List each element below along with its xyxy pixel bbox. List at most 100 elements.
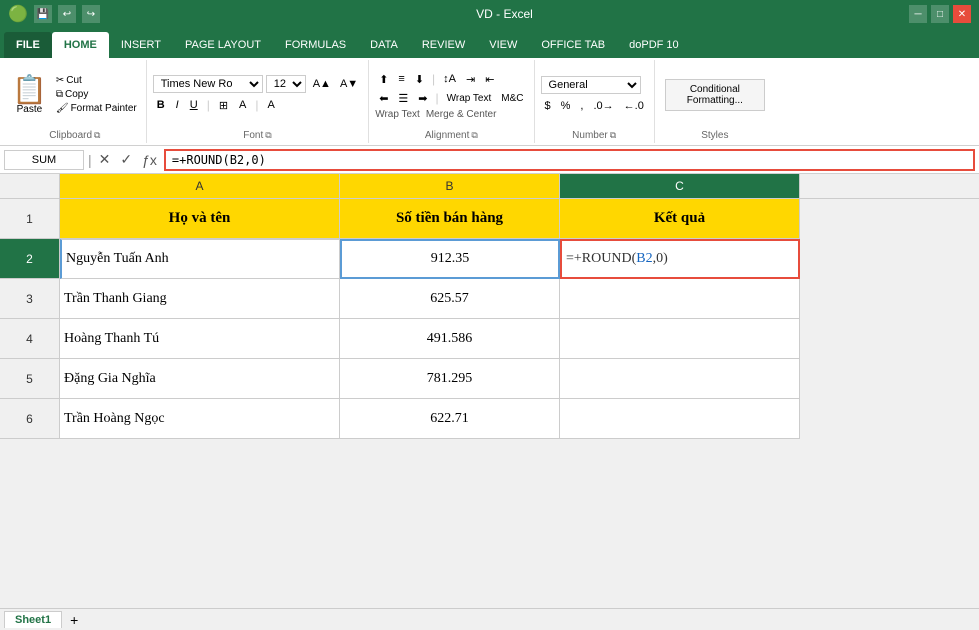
col-headers: A B C — [0, 174, 979, 199]
cell-a5[interactable]: Đặng Gia Nghĩa — [60, 359, 340, 399]
font-expand-icon[interactable]: ⧉ — [265, 130, 271, 141]
cell-b4[interactable]: 491.586 — [340, 319, 560, 359]
sheet-tab-1[interactable]: Sheet1 — [4, 611, 62, 628]
cell-c2[interactable]: =+ROUND(B2,0) — [560, 239, 800, 279]
clipboard-expand-icon[interactable]: ⧉ — [94, 130, 100, 141]
cell-b6[interactable]: 622.71 — [340, 399, 560, 439]
tab-home[interactable]: HOME — [52, 32, 109, 58]
row-header-5[interactable]: 5 — [0, 359, 60, 399]
cell-b5[interactable]: 781.295 — [340, 359, 560, 399]
cell-c1[interactable]: Kết quả — [560, 199, 800, 239]
cell-c5[interactable] — [560, 359, 800, 399]
close-button[interactable]: ✕ — [953, 5, 971, 23]
redo-button[interactable]: ↪ — [82, 5, 100, 23]
minimize-button[interactable]: ─ — [909, 5, 927, 23]
copy-button[interactable]: ⧉ Copy — [53, 88, 140, 101]
align-bottom-button[interactable]: ⬇ — [411, 71, 428, 88]
conditional-formatting-button[interactable]: ConditionalFormatting... — [665, 79, 765, 111]
formula-text-suffix: ,0) — [653, 251, 668, 267]
row-header-2[interactable]: 2 — [0, 239, 60, 279]
comma-button[interactable]: , — [576, 98, 587, 114]
col-header-b[interactable]: B — [340, 174, 560, 198]
grid-row-4: Hoàng Thanh Tú 491.586 — [60, 319, 979, 359]
wrap-text-button[interactable]: Wrap Text — [443, 91, 496, 106]
col-header-a[interactable]: A — [60, 174, 340, 198]
cell-a6[interactable]: Trần Hoàng Ngọc — [60, 399, 340, 439]
tab-file[interactable]: FILE — [4, 32, 52, 58]
currency-button[interactable]: $ — [541, 98, 555, 114]
tab-data[interactable]: DATA — [358, 32, 410, 58]
align-left-button[interactable]: ⬅ — [375, 90, 392, 107]
paste-button[interactable]: 📋 Paste — [10, 74, 49, 117]
maximize-button[interactable]: □ — [931, 5, 949, 23]
tab-insert[interactable]: INSERT — [109, 32, 173, 58]
confirm-formula-button[interactable]: ✓ — [117, 150, 135, 169]
cut-button[interactable]: ✂ Cut — [53, 74, 140, 87]
alignment-label-text: Alignment — [425, 130, 469, 141]
window-title: VD - Excel — [100, 7, 909, 21]
tab-office-tab[interactable]: OFFICE TAB — [529, 32, 617, 58]
formula-input[interactable] — [164, 149, 975, 171]
font-row-2: B I U | ⊞ A | A — [153, 97, 362, 114]
save-button[interactable]: 💾 — [34, 5, 52, 23]
font-decrease-button[interactable]: A▼ — [336, 76, 362, 92]
cell-c4[interactable] — [560, 319, 800, 359]
cell-b3[interactable]: 625.57 — [340, 279, 560, 319]
align-center-button[interactable]: ☰ — [394, 90, 412, 107]
align-middle-button[interactable]: ≡ — [394, 71, 408, 87]
font-increase-button[interactable]: A▲ — [309, 76, 335, 92]
cell-c6[interactable] — [560, 399, 800, 439]
grid-row-3: Trần Thanh Giang 625.57 — [60, 279, 979, 319]
format-painter-button[interactable]: 🖌 Format Painter — [53, 102, 140, 115]
merge-center-button[interactable]: M&C — [497, 91, 527, 106]
cell-b1[interactable]: Số tiền bán hàng — [340, 199, 560, 239]
row-header-3[interactable]: 3 — [0, 279, 60, 319]
increase-decimal-button[interactable]: .0→ — [589, 98, 617, 114]
name-box[interactable] — [4, 150, 84, 170]
italic-button[interactable]: I — [172, 97, 183, 113]
grid-row-2: Nguyễn Tuấn Anh 912.35 =+ROUND(B2,0) — [60, 239, 979, 279]
row-header-1[interactable]: 1 — [0, 199, 60, 239]
borders-button[interactable]: ⊞ — [215, 97, 232, 114]
row-header-4[interactable]: 4 — [0, 319, 60, 359]
col-header-c[interactable]: C — [560, 174, 800, 198]
tab-dopdf[interactable]: doPDF 10 — [617, 32, 691, 58]
tab-view[interactable]: VIEW — [477, 32, 529, 58]
alignment-expand-icon[interactable]: ⧉ — [471, 130, 477, 141]
align-row-2: ⬅ ☰ ➡ | Wrap Text M&C — [375, 90, 527, 107]
cell-a4[interactable]: Hoàng Thanh Tú — [60, 319, 340, 359]
font-size-select[interactable]: 12 — [266, 75, 306, 93]
text-direction-button[interactable]: ↕A — [439, 71, 460, 87]
number-format-select[interactable]: General — [541, 76, 641, 94]
font-name-select[interactable]: Times New Ro — [153, 75, 263, 93]
copy-label: Copy — [65, 89, 88, 100]
add-sheet-button[interactable]: + — [64, 612, 84, 628]
cell-a2[interactable]: Nguyễn Tuấn Anh — [60, 239, 340, 279]
align-right-button[interactable]: ➡ — [414, 90, 431, 107]
align-top-button[interactable]: ⬆ — [375, 71, 392, 88]
cell-a3[interactable]: Trần Thanh Giang — [60, 279, 340, 319]
font-row-1: Times New Ro 12 A▲ A▼ — [153, 75, 362, 93]
cell-a1[interactable]: Họ và tên — [60, 199, 340, 239]
tab-formulas[interactable]: FORMULAS — [273, 32, 358, 58]
percent-button[interactable]: % — [557, 98, 575, 114]
decrease-decimal-button[interactable]: ←.0 — [620, 98, 648, 114]
insert-function-button[interactable]: ƒx — [139, 151, 160, 169]
cell-b2[interactable]: 912.35 — [340, 239, 560, 279]
number-label-text: Number — [572, 130, 608, 141]
font-color-button[interactable]: A — [264, 97, 279, 113]
fill-color-button[interactable]: A — [235, 97, 250, 113]
cell-c3[interactable] — [560, 279, 800, 319]
number-expand-icon[interactable]: ⧉ — [610, 130, 616, 141]
excel-icon: 🟢 — [8, 4, 28, 24]
row-header-6[interactable]: 6 — [0, 399, 60, 439]
bold-button[interactable]: B — [153, 97, 169, 113]
align-sep2: | — [436, 91, 439, 105]
tab-review[interactable]: REVIEW — [410, 32, 477, 58]
tab-page-layout[interactable]: PAGE LAYOUT — [173, 32, 273, 58]
underline-button[interactable]: U — [186, 97, 202, 113]
indent-decrease-button[interactable]: ⇤ — [481, 71, 498, 88]
undo-button[interactable]: ↩ — [58, 5, 76, 23]
indent-increase-button[interactable]: ⇥ — [462, 71, 479, 88]
cancel-formula-button[interactable]: ✕ — [96, 150, 114, 169]
